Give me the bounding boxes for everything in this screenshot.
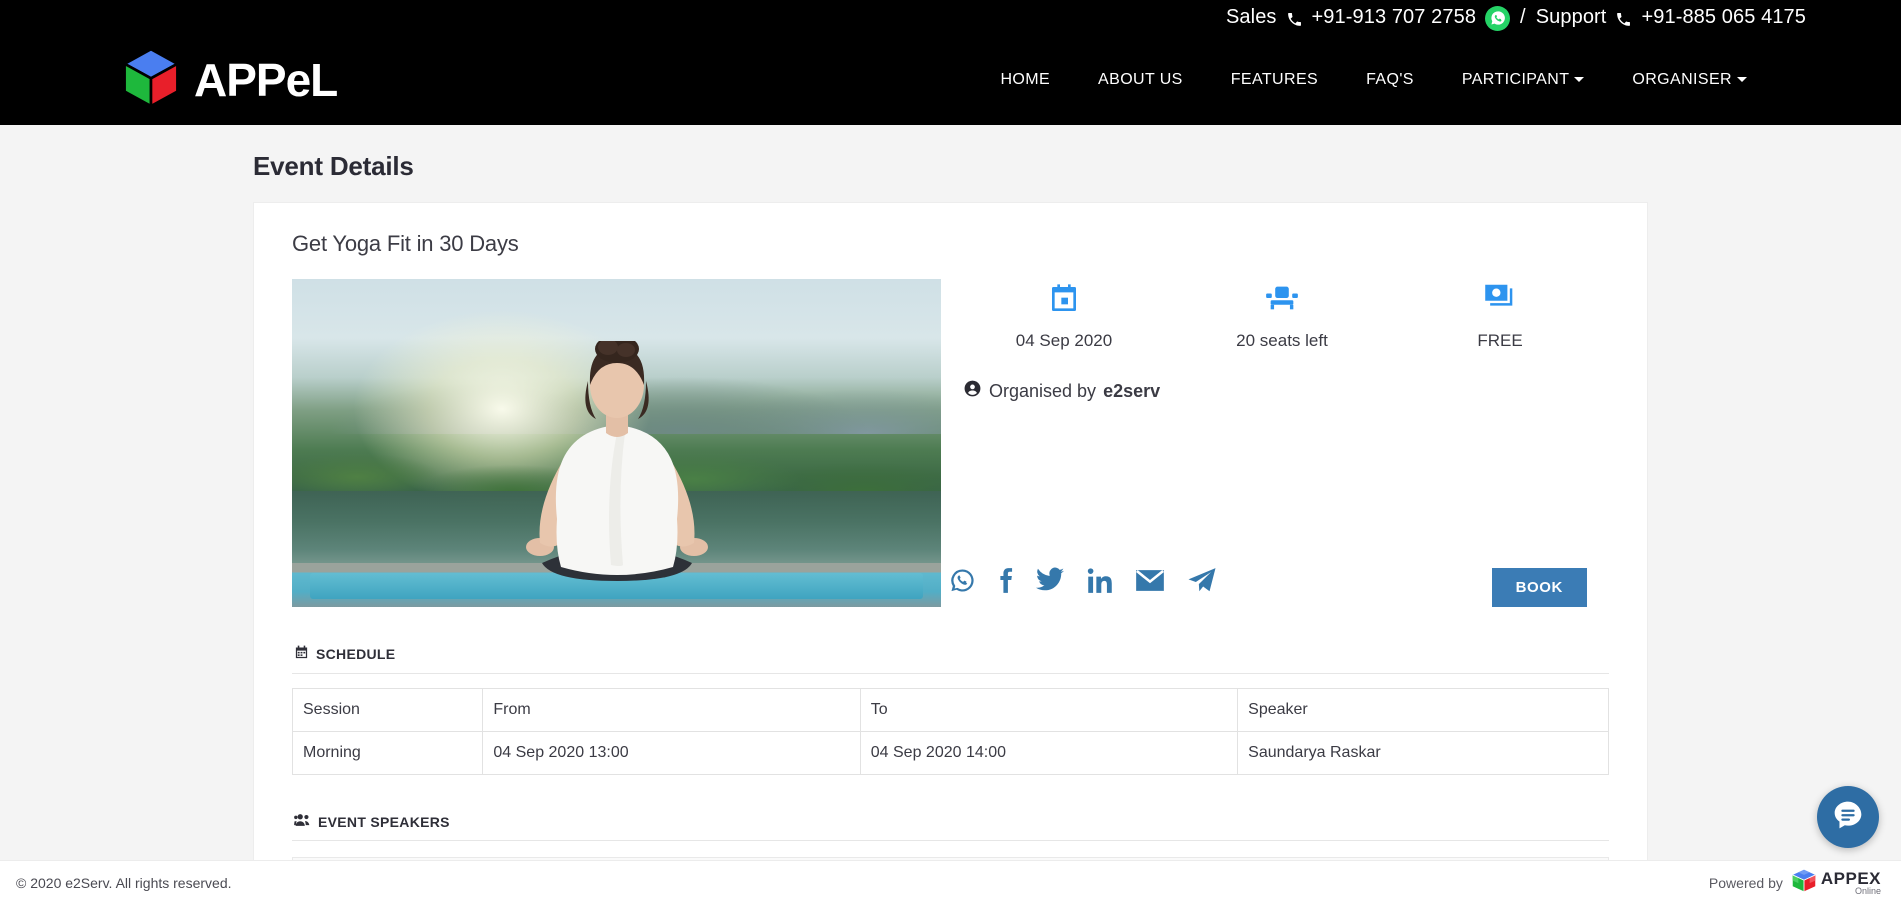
event-organiser: Organised by e2serv bbox=[963, 379, 1609, 403]
rubiks-cube-icon bbox=[1791, 868, 1817, 897]
book-button[interactable]: BOOK bbox=[1491, 568, 1587, 607]
column-header-speaker: Speaker bbox=[1237, 688, 1609, 732]
main-navigation: HOME ABOUT US FEATURES FAQ'S PARTICIPANT… bbox=[976, 61, 1771, 99]
table-row: Morning 04 Sep 2020 13:00 04 Sep 2020 14… bbox=[291, 731, 1609, 775]
nav-item-home[interactable]: HOME bbox=[976, 61, 1074, 99]
event-info-price: FREE bbox=[1391, 283, 1609, 351]
event-title: Get Yoga Fit in 30 Days bbox=[292, 231, 519, 256]
calendar-icon bbox=[955, 283, 1173, 317]
email-share-icon[interactable] bbox=[1135, 568, 1165, 598]
page-title: Event Details bbox=[253, 151, 414, 181]
cell-to: 04 Sep 2020 14:00 bbox=[859, 731, 1239, 775]
chevron-down-icon bbox=[1574, 77, 1585, 82]
linkedin-share-icon[interactable] bbox=[1086, 567, 1113, 599]
organiser-prefix: Organised by bbox=[989, 380, 1097, 401]
users-icon bbox=[294, 813, 311, 830]
footer-copyright: © 2020 e2Serv. All rights reserved. bbox=[16, 874, 232, 891]
facebook-share-icon[interactable] bbox=[998, 567, 1014, 599]
event-info-date: 04 Sep 2020 bbox=[955, 283, 1173, 351]
sales-label: Sales bbox=[1225, 5, 1277, 28]
schedule-section-heading: SCHEDULE bbox=[292, 629, 1609, 674]
event-info-row: 04 Sep 2020 20 seats left FREE bbox=[955, 279, 1609, 351]
cube-logo-icon bbox=[118, 44, 184, 115]
site-footer: © 2020 e2Serv. All rights reserved. Powe… bbox=[0, 860, 1901, 904]
contact-topbar: Sales +91-913 707 2758 / Support +91-885… bbox=[0, 0, 1901, 34]
nav-label: ABOUT US bbox=[1098, 70, 1183, 88]
sales-phone[interactable]: +91-913 707 2758 bbox=[1312, 6, 1477, 29]
nav-item-organiser[interactable]: ORGANISER bbox=[1608, 61, 1771, 99]
nav-label: PARTICIPANT bbox=[1461, 70, 1570, 88]
header-main: APPeL HOME ABOUT US FEATURES FAQ'S PARTI… bbox=[0, 34, 1901, 125]
support-phone[interactable]: +91-885 065 4175 bbox=[1641, 6, 1806, 29]
topbar-separator: / bbox=[1520, 5, 1526, 28]
brand-name: APPeL bbox=[194, 53, 338, 106]
schedule-heading-label: SCHEDULE bbox=[316, 646, 396, 662]
nav-label: ORGANISER bbox=[1632, 70, 1732, 88]
event-info-column: 04 Sep 2020 20 seats left FREE Organised… bbox=[941, 279, 1609, 607]
chat-bubble-icon bbox=[1832, 799, 1864, 836]
site-header: Sales +91-913 707 2758 / Support +91-885… bbox=[0, 0, 1901, 125]
column-header-to: To bbox=[859, 688, 1239, 732]
seat-icon bbox=[1173, 283, 1391, 317]
event-details-card: Get Yoga Fit in 30 Days 04 Sep 2020 20 s… bbox=[253, 202, 1648, 904]
phone-icon-support bbox=[1615, 11, 1632, 28]
phone-icon bbox=[1286, 11, 1303, 28]
user-circle-icon bbox=[963, 379, 982, 403]
brand-logo[interactable]: APPeL bbox=[118, 44, 338, 115]
event-info-price-text: FREE bbox=[1477, 331, 1523, 350]
nav-label: HOME bbox=[1000, 70, 1051, 88]
event-hero-image bbox=[292, 279, 941, 607]
event-info-date-text: 04 Sep 2020 bbox=[1015, 331, 1113, 350]
event-top-section: 04 Sep 2020 20 seats left FREE Organised… bbox=[292, 279, 1609, 607]
organiser-name: e2serv bbox=[1103, 380, 1161, 401]
powered-by-block[interactable]: Powered by APPEX Online bbox=[1709, 868, 1881, 897]
speakers-section-heading: EVENT SPEAKERS bbox=[292, 797, 1609, 841]
apex-brand: APPEX Online bbox=[1791, 868, 1881, 897]
nav-label: FAQ'S bbox=[1366, 70, 1414, 88]
nav-item-about-us[interactable]: ABOUT US bbox=[1074, 61, 1207, 99]
event-info-seats: 20 seats left bbox=[1173, 283, 1391, 351]
cell-speaker: Saundarya Raskar bbox=[1237, 731, 1609, 775]
share-row bbox=[949, 567, 1217, 599]
column-header-from: From bbox=[482, 688, 861, 732]
nav-item-participant[interactable]: PARTICIPANT bbox=[1438, 61, 1609, 99]
schedule-table: Session From To Speaker Morning 04 Sep 2… bbox=[291, 688, 1609, 775]
telegram-share-icon[interactable] bbox=[1187, 567, 1217, 599]
chat-widget-button[interactable] bbox=[1817, 786, 1879, 848]
support-label: Support bbox=[1535, 5, 1607, 28]
cell-session: Morning bbox=[291, 731, 484, 775]
hero-meditating-person bbox=[525, 341, 708, 581]
chevron-down-icon bbox=[1737, 77, 1747, 82]
whatsapp-share-icon[interactable] bbox=[949, 567, 976, 599]
page-body: Event Details Get Yoga Fit in 30 Days 04… bbox=[0, 125, 1901, 904]
calendar-alt-icon bbox=[294, 645, 309, 663]
nav-item-faqs[interactable]: FAQ'S bbox=[1342, 61, 1438, 99]
whatsapp-icon[interactable] bbox=[1485, 5, 1511, 31]
speakers-heading-label: EVENT SPEAKERS bbox=[318, 813, 450, 830]
apex-sub: Online bbox=[1854, 885, 1881, 896]
cell-from: 04 Sep 2020 13:00 bbox=[482, 731, 861, 775]
twitter-share-icon[interactable] bbox=[1036, 567, 1064, 599]
nav-label: FEATURES bbox=[1230, 70, 1319, 88]
event-info-seats-text: 20 seats left bbox=[1236, 331, 1328, 350]
nav-item-features[interactable]: FEATURES bbox=[1207, 61, 1342, 99]
money-icon bbox=[1391, 283, 1609, 317]
column-header-session: Session bbox=[291, 688, 484, 732]
powered-by-label: Powered by bbox=[1708, 874, 1783, 891]
table-header-row: Session From To Speaker bbox=[291, 688, 1609, 732]
apex-name: APPEX bbox=[1820, 868, 1881, 888]
